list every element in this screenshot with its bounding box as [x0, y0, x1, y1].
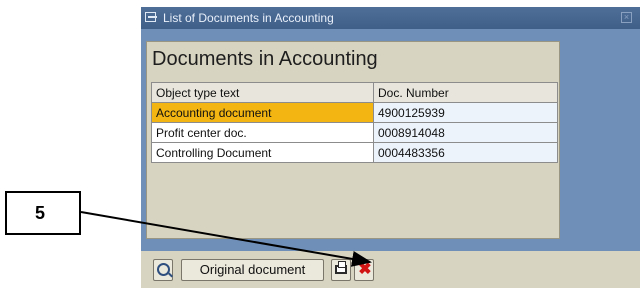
window-titlebar: List of Documents in Accounting ×: [141, 7, 640, 29]
column-header-doc-number[interactable]: Doc. Number: [373, 82, 558, 103]
zoom-button[interactable]: [153, 259, 173, 281]
documents-table: Object type text Doc. Number Accounting …: [151, 82, 558, 163]
table-row[interactable]: Accounting document 4900125939: [151, 102, 558, 123]
close-icon[interactable]: ×: [621, 12, 632, 23]
callout-number: 5: [35, 203, 46, 223]
cancel-button[interactable]: ✖: [354, 259, 374, 281]
doc-number-cell[interactable]: 0004483356: [373, 142, 558, 163]
object-type-cell[interactable]: Accounting document: [151, 102, 374, 123]
table-row[interactable]: Controlling Document 0004483356: [151, 142, 558, 163]
table-row[interactable]: Profit center doc. 0008914048: [151, 122, 558, 143]
cancel-icon: ✖: [358, 261, 372, 278]
doc-number-cell[interactable]: 0008914048: [373, 122, 558, 143]
original-document-button[interactable]: Original document: [181, 259, 324, 281]
callout-box: 5: [5, 191, 81, 235]
documents-window: List of Documents in Accounting × Docume…: [141, 7, 640, 288]
zoom-icon: [157, 263, 170, 276]
documents-panel: Documents in Accounting Object type text…: [146, 41, 560, 239]
object-type-cell[interactable]: Controlling Document: [151, 142, 374, 163]
window-title: List of Documents in Accounting: [163, 11, 334, 25]
doc-number-cell[interactable]: 4900125939: [373, 102, 558, 123]
object-type-cell[interactable]: Profit center doc.: [151, 122, 374, 143]
table-header-row: Object type text Doc. Number: [151, 82, 558, 103]
panel-title: Documents in Accounting: [152, 48, 378, 70]
print-button[interactable]: [331, 259, 351, 281]
print-icon: [335, 261, 347, 274]
window-icon: [145, 12, 157, 22]
application-toolbar: Original document ✖: [141, 251, 640, 288]
column-header-object-type[interactable]: Object type text: [151, 82, 374, 103]
